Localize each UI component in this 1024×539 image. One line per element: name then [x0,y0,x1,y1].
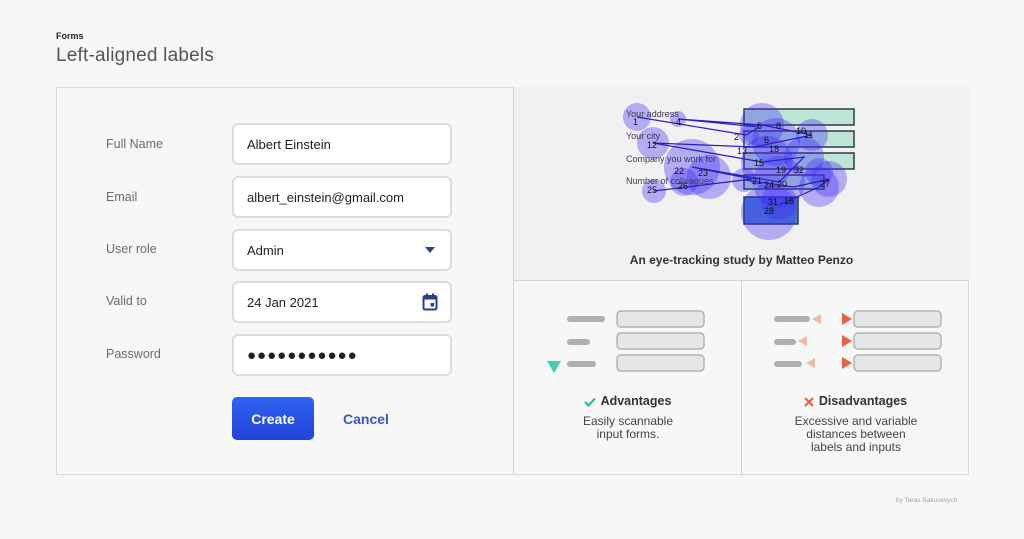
input-placeholders [854,311,941,371]
label-placeholder [774,339,796,345]
author-credit: by Taras Bakusevych [896,497,957,504]
fixation-number: 26 [678,181,688,191]
cross-icon [804,397,814,407]
field-label-email: Email [106,190,137,204]
email-value: albert_einstein@gmail.com [247,190,450,205]
double-arrow-icon [804,319,846,363]
advantages-line: input forms. [544,428,712,441]
fixation-number: 23 [698,168,708,178]
disadvantages-illustration [742,281,970,381]
label-placeholder [774,316,810,322]
fixation-number: 5 [757,121,762,131]
fixation-number: 4 [676,117,681,127]
advantages-heading: Advantages [514,394,741,408]
fixation-number: 31 [768,197,778,207]
advantages-title: Advantages [601,394,672,408]
arrow-down-icon [547,311,561,373]
fixation-number: 27 [820,179,830,189]
header-eyebrow: Forms [56,31,84,41]
fixation-number: 2 [734,132,739,142]
fixation-number: 32 [794,165,804,175]
fixation-number: 18 [769,144,779,154]
fixation-number: 28 [764,206,774,216]
valid-to-date-input[interactable]: 24 Jan 2021 [232,281,452,323]
label-placeholder [567,361,596,367]
disadvantages-title: Disadvantages [819,394,907,408]
fixation-number: 15 [754,158,764,168]
fixation-number: 22 [674,166,684,176]
fixation-number: 1 [633,117,638,127]
label-placeholder [774,361,802,367]
fixation-number: 25 [647,185,657,195]
calendar-icon[interactable] [420,293,440,311]
create-button[interactable]: Create [232,397,314,440]
user-role-select[interactable]: Admin [232,229,452,271]
input-placeholder [854,355,941,371]
check-icon [584,397,596,407]
advantages-panel: Advantages Easily scannable input forms. [513,281,741,475]
fixation-number: 19 [776,165,786,175]
fixation-number: 16 [784,196,794,206]
advantages-illustration [514,281,742,381]
label-placeholder [567,316,605,322]
field-label-user-role: User role [106,242,157,256]
user-role-value: Admin [247,243,420,258]
advantages-description: Easily scannable input forms. [544,415,712,441]
input-placeholder [617,333,704,349]
full-name-input[interactable]: Albert Einstein [232,123,452,165]
eyetracking-panel: Your address Your city Company you work … [513,87,969,281]
disadvantages-description: Excessive and variable distances between… [772,415,940,454]
fixation-number: 11 [804,130,813,140]
fixation-number: 13 [737,146,747,156]
fixation-number: 12 [647,140,657,150]
input-placeholder [854,311,941,327]
label-placeholders [567,316,605,367]
disadvantages-panel: Disadvantages Excessive and variable dis… [741,281,969,475]
field-label-valid-to: Valid to [106,294,147,308]
fixation-number: 8 [776,121,781,131]
valid-to-value: 24 Jan 2021 [247,295,420,310]
page-title: Left-aligned labels [56,45,214,67]
input-placeholder [617,311,704,327]
dropdown-caret-icon[interactable] [420,246,440,254]
input-placeholders [617,311,704,371]
fixation-number: 21 [752,176,762,186]
eyetracking-heatmap: Your address Your city Company you work … [514,87,970,247]
disadvantages-heading: Disadvantages [742,394,969,408]
eyetracking-caption: An eye-tracking study by Matteo Penzo [514,253,969,267]
password-input[interactable]: ●●●●●●●●●●● [232,334,452,376]
disadvantages-line: labels and inputs [772,441,940,454]
password-value: ●●●●●●●●●●● [247,347,450,364]
input-placeholder [617,355,704,371]
email-input[interactable]: albert_einstein@gmail.com [232,176,452,218]
fixation [739,125,759,145]
fixation-number: 24 [764,180,774,190]
fixation-number: 20 [777,179,787,189]
input-placeholder [854,333,941,349]
heatmap-label: Company you work for [626,154,716,164]
full-name-value: Albert Einstein [247,137,450,152]
field-label-full-name: Full Name [106,137,163,151]
field-label-password: Password [106,347,161,361]
label-placeholder [567,339,590,345]
cancel-button[interactable]: Cancel [332,397,400,440]
